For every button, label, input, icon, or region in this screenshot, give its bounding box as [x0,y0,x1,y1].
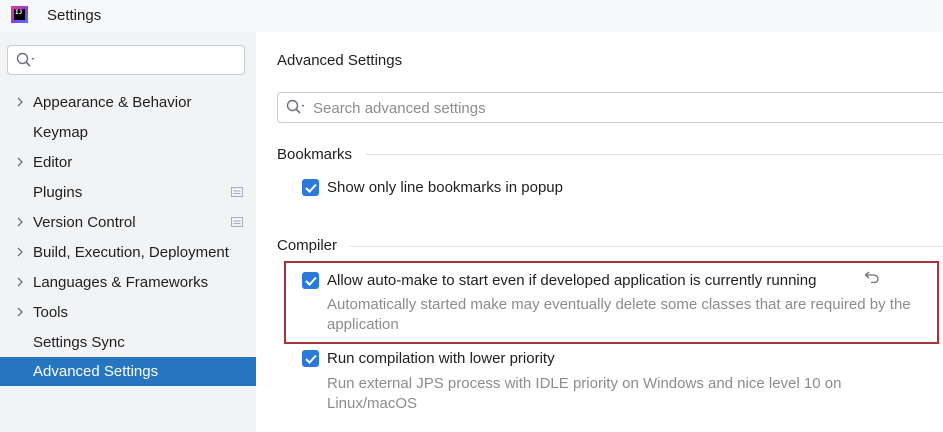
section-header-compiler: Compiler [277,237,338,254]
app-icon-text: IJ [14,9,25,20]
sidebar-item-appearance-behavior[interactable]: Appearance & Behavior [0,88,256,117]
sidebar-item-label: Build, Execution, Deployment [33,244,229,261]
option-description: Run external JPS process with IDLE prior… [327,375,842,412]
sidebar-item-build-execution-deployment[interactable]: Build, Execution, Deployment [0,238,256,267]
sidebar-item-keymap[interactable]: Keymap [0,118,256,147]
sidebar-item-advanced-settings[interactable]: Advanced Settings [0,357,256,386]
intellij-app-icon: IJ [11,6,28,23]
sidebar-item-label: Advanced Settings [33,363,159,380]
checkmark-icon [304,354,317,364]
chevron-right-icon[interactable] [14,216,26,228]
option-label[interactable]: Run compilation with lower priority [327,350,555,367]
chevron-right-icon[interactable] [14,96,26,108]
sidebar-search-input[interactable] [7,45,245,75]
sidebar-item-tools[interactable]: Tools [0,298,256,327]
advanced-settings-search[interactable] [277,92,943,123]
sidebar-item-label: Version Control [33,214,136,231]
sidebar-item-label: Appearance & Behavior [33,94,192,111]
chevron-right-icon[interactable] [14,276,26,288]
sidebar-item-settings-sync[interactable]: Settings Sync [0,328,256,357]
chevron-right-icon[interactable] [14,246,26,258]
sidebar-item-label: Plugins [33,184,83,201]
chevron-right-icon[interactable] [14,306,26,318]
project-level-settings-icon [231,187,243,197]
checkbox-run-compilation-lower-priority[interactable] [302,350,319,367]
title-bar: IJ Settings [0,0,943,32]
checkbox-show-line-bookmarks[interactable] [302,179,319,196]
project-level-settings-icon [231,217,243,227]
sidebar-item-languages-frameworks[interactable]: Languages & Frameworks [0,268,256,297]
section-divider [366,154,943,155]
checkmark-icon [304,183,317,193]
search-icon [286,99,305,114]
option-label[interactable]: Show only line bookmarks in popup [327,179,563,196]
sidebar-item-label: Languages & Frameworks [33,274,209,291]
sidebar-item-version-control[interactable]: Version Control [0,208,256,237]
section-divider [350,246,943,247]
search-icon [16,52,35,67]
window-title: Settings [47,7,102,24]
highlight-box [284,261,939,344]
sidebar-item-label: Editor [33,154,73,171]
sidebar-item-label: Keymap [33,124,89,141]
sidebar-item-plugins[interactable]: Plugins [0,178,256,207]
search-input[interactable] [313,97,913,119]
page-title: Advanced Settings [277,52,403,69]
settings-content-panel: Advanced Settings Bookmarks Show only li… [256,32,943,432]
section-header-bookmarks: Bookmarks [277,146,353,163]
sidebar-item-label: Tools [33,304,69,321]
sidebar-item-editor[interactable]: Editor [0,148,256,177]
sidebar-item-label: Settings Sync [33,334,125,351]
chevron-right-icon[interactable] [14,156,26,168]
settings-sidebar: Appearance & Behavior Keymap Editor Plug… [0,32,256,432]
